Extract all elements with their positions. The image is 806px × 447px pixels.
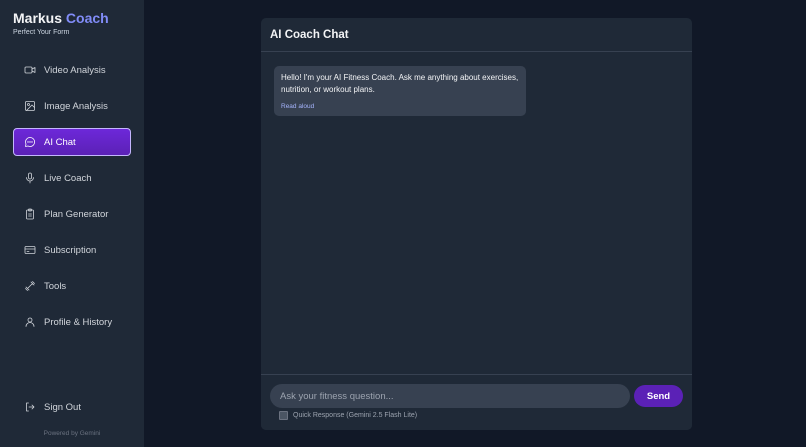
sidebar-item-profile-history[interactable]: Profile & History: [13, 308, 131, 336]
sidebar: Markus Coach Perfect Your Form Video Ana…: [0, 0, 144, 447]
dumbbell-icon: [23, 280, 36, 293]
sidebar-item-plan-generator[interactable]: Plan Generator: [13, 200, 131, 228]
message-text: Hello! I'm your AI Fitness Coach. Ask me…: [281, 73, 519, 94]
brand-logo: Markus Coach: [13, 10, 109, 26]
user-icon: [23, 316, 36, 329]
credit-card-icon: [23, 244, 36, 257]
chat-title: AI Coach Chat: [261, 18, 692, 52]
sidebar-item-video-analysis[interactable]: Video Analysis: [13, 56, 131, 84]
sidebar-item-tools[interactable]: Tools: [13, 272, 131, 300]
chat-input[interactable]: [270, 384, 630, 408]
sidebar-item-label: Live Coach: [44, 172, 92, 184]
video-icon: [23, 64, 36, 77]
sidebar-item-ai-chat[interactable]: AI Chat: [13, 128, 131, 156]
powered-by-text: Powered by Gemini: [43, 430, 101, 437]
quick-response-toggle[interactable]: Quick Response (Gemini 2.5 Flash Lite): [279, 411, 417, 420]
microphone-icon: [23, 172, 36, 185]
image-icon: [23, 100, 36, 113]
sidebar-item-image-analysis[interactable]: Image Analysis: [13, 92, 131, 120]
brand-accent: Coach: [65, 10, 109, 26]
send-button[interactable]: Send: [634, 385, 683, 407]
sidebar-item-label: Profile & History: [44, 316, 113, 328]
brand-tagline: Perfect Your Form: [13, 29, 70, 36]
sidebar-item-label: Image Analysis: [44, 100, 108, 112]
sidebar-item-label: AI Chat: [44, 136, 76, 148]
quick-response-label: Quick Response (Gemini 2.5 Flash Lite): [293, 412, 418, 419]
read-aloud-button[interactable]: Read aloud: [281, 103, 314, 110]
sidebar-item-live-coach[interactable]: Live Coach: [13, 164, 131, 192]
sidebar-item-label: Plan Generator: [44, 208, 109, 220]
quick-response-checkbox[interactable]: [279, 411, 288, 420]
sign-out-icon: [23, 401, 36, 414]
chat-panel: AI Coach Chat Hello! I'm your AI Fitness…: [261, 18, 692, 430]
brand-name: Markus: [13, 10, 63, 26]
clipboard-icon: [23, 208, 36, 221]
sidebar-item-label: Video Analysis: [44, 64, 106, 76]
sidebar-item-label: Tools: [44, 280, 67, 292]
chat-input-bar: Send Quick Response (Gemini 2.5 Flash Li…: [261, 374, 692, 430]
sidebar-item-subscription[interactable]: Subscription: [13, 236, 131, 264]
assistant-message: Hello! I'm your AI Fitness Coach. Ask me…: [274, 66, 526, 116]
sign-out-label: Sign Out: [44, 401, 81, 413]
chat-icon: [23, 136, 36, 149]
sidebar-item-label: Subscription: [44, 244, 97, 256]
sign-out-button[interactable]: Sign Out: [13, 393, 131, 421]
